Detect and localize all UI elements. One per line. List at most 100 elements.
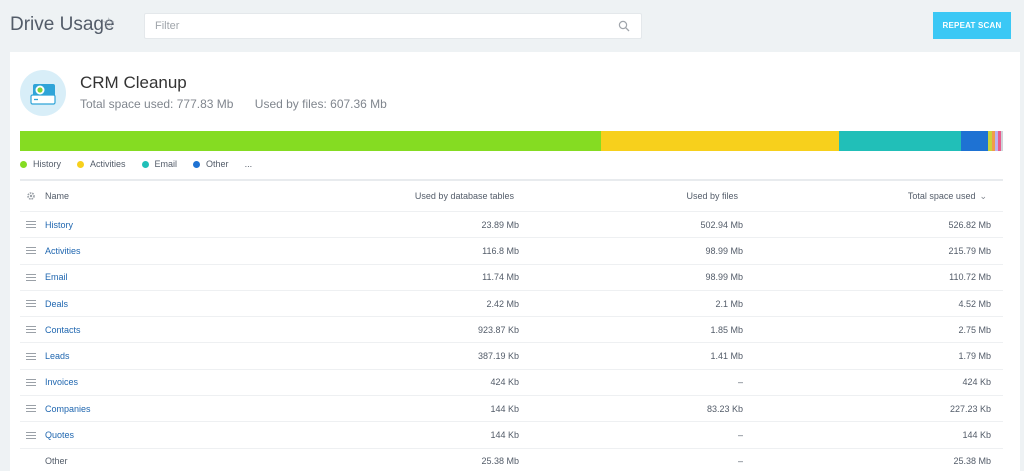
table-row: Activities 116.8 Mb 98.99 Mb 215.79 Mb [20, 238, 1003, 265]
table-header: Name Used by database tables Used by fil… [20, 181, 1003, 212]
row-name[interactable]: Deals [45, 291, 68, 316]
row-total-size: 215.79 Mb [948, 245, 991, 256]
row-name[interactable]: Companies [45, 396, 91, 421]
row-menu-icon[interactable] [26, 396, 38, 421]
row-total-size: 25.38 Mb [953, 456, 991, 467]
usage-bar-segment [20, 131, 601, 151]
row-name[interactable]: History [45, 212, 73, 237]
row-total-size: 2.75 Mb [958, 324, 991, 335]
table-row: Quotes 144 Kb – 144 Kb [20, 422, 1003, 449]
column-header-db[interactable]: Used by database tables [415, 181, 514, 211]
table-settings-icon[interactable] [26, 181, 38, 211]
row-total-size: 526.82 Mb [948, 219, 991, 230]
table-row: History 23.89 Mb 502.94 Mb 526.82 Mb [20, 212, 1003, 239]
row-db-size: 923.87 Kb [477, 324, 519, 335]
legend-item: History [20, 159, 61, 169]
favorite-star-icon[interactable]: ☆ [102, 16, 116, 31]
total-space-used: Total space used: 777.83 Mb [80, 97, 234, 111]
row-total-size: 110.72 Mb [949, 272, 991, 283]
row-files-size: – [737, 377, 743, 388]
legend-label: Email [154, 159, 178, 169]
row-name[interactable]: Activities [45, 238, 81, 263]
row-menu-icon[interactable] [26, 370, 38, 395]
usage-card: CRM Cleanup Total space used: 777.83 Mb … [10, 52, 1020, 471]
app-name: CRM Cleanup [80, 73, 187, 92]
legend-label: History [33, 159, 62, 169]
row-name[interactable]: Contacts [45, 317, 81, 342]
usage-bar-segment [600, 131, 839, 151]
legend-item: Other [193, 159, 229, 169]
row-name[interactable]: Invoices [45, 370, 78, 395]
row-files-size: – [737, 430, 743, 441]
column-header-files[interactable]: Used by files [686, 181, 738, 211]
row-db-size: 144 Kb [490, 430, 519, 441]
usage-table: Name Used by database tables Used by fil… [20, 179, 1003, 471]
row-menu-icon[interactable] [26, 317, 38, 342]
usage-bar-segment [1000, 131, 1003, 151]
search-icon[interactable] [618, 20, 630, 32]
row-db-size: 23.89 Mb [481, 219, 519, 230]
table-row: Other 25.38 Mb – 25.38 Mb [20, 449, 1003, 471]
row-files-size: 502.94 Mb [700, 219, 743, 230]
row-files-size: 98.99 Mb [705, 245, 743, 256]
column-header-total-label: Total space used [907, 191, 976, 201]
column-header-total[interactable]: Total space used ⌄ [908, 181, 987, 211]
legend-dot [77, 160, 85, 168]
usage-bar-segment [960, 131, 989, 151]
legend-dot [20, 160, 27, 168]
row-menu-icon[interactable] [26, 265, 38, 290]
space-stats: Total space used: 777.83 Mb Used by file… [80, 97, 405, 111]
legend-dot [141, 160, 149, 168]
row-menu-icon[interactable] [26, 238, 38, 263]
table-row: Leads 387.19 Kb 1.41 Mb 1.79 Mb [20, 343, 1003, 370]
table-row: Deals 2.42 Mb 2.1 Mb 4.52 Mb [20, 291, 1003, 318]
row-total-size: 1.79 Mb [958, 351, 991, 362]
row-files-size: 83.23 Kb [706, 403, 743, 414]
row-menu-icon[interactable] [26, 212, 38, 237]
row-db-size: 25.38 Mb [481, 456, 519, 467]
row-name: Other [45, 456, 68, 467]
filter-field[interactable] [144, 13, 642, 39]
row-db-size: 424 Kb [490, 377, 519, 388]
row-menu-icon [26, 449, 38, 471]
usage-bar-segment [838, 131, 961, 151]
row-files-size: – [737, 456, 743, 467]
row-total-size: 4.52 Mb [958, 298, 991, 309]
row-db-size: 387.19 Kb [477, 351, 519, 362]
row-total-size: 144 Kb [962, 430, 991, 441]
top-bar: Drive Usage ☆ REPEAT SCAN [0, 0, 1024, 52]
row-menu-icon[interactable] [26, 291, 38, 316]
usage-bar [20, 131, 1003, 151]
table-row: Email 11.74 Mb 98.99 Mb 110.72 Mb [20, 265, 1003, 291]
legend-label: Activities [90, 159, 126, 169]
repeat-scan-button[interactable]: REPEAT SCAN [933, 12, 1011, 39]
row-name[interactable]: Email [45, 265, 68, 290]
row-files-size: 98.99 Mb [705, 272, 743, 283]
row-menu-icon[interactable] [26, 343, 38, 368]
legend-item: Activities [77, 159, 126, 169]
filter-input[interactable] [145, 14, 605, 38]
table-row: Companies 144 Kb 83.23 Kb 227.23 Kb [20, 396, 1003, 423]
legend-label: Other [206, 159, 229, 169]
column-header-name[interactable]: Name [45, 181, 69, 211]
app-avatar [20, 70, 66, 116]
row-db-size: 11.74 Mb [482, 272, 519, 283]
legend: History Activities Email Other... [20, 159, 252, 169]
row-files-size: 1.41 Mb [710, 351, 743, 362]
row-files-size: 1.85 Mb [710, 324, 743, 335]
sort-chevron-down-icon[interactable]: ⌄ [979, 191, 987, 202]
row-db-size: 144 Kb [490, 403, 519, 414]
table-row: Contacts 923.87 Kb 1.85 Mb 2.75 Mb [20, 317, 1003, 344]
row-total-size: 227.23 Kb [949, 403, 991, 414]
table-row: Invoices 424 Kb – 424 Kb [20, 370, 1003, 397]
row-db-size: 2.42 Mb [486, 298, 519, 309]
row-name[interactable]: Leads [45, 343, 70, 368]
row-files-size: 2.1 Mb [715, 298, 743, 309]
legend-more[interactable]: ... [245, 159, 253, 169]
row-total-size: 424 Kb [962, 377, 991, 388]
page-title: Drive Usage [10, 14, 115, 35]
row-db-size: 116.8 Mb [482, 245, 519, 256]
row-name[interactable]: Quotes [45, 422, 74, 447]
drive-icon [30, 84, 56, 105]
row-menu-icon[interactable] [26, 422, 38, 447]
